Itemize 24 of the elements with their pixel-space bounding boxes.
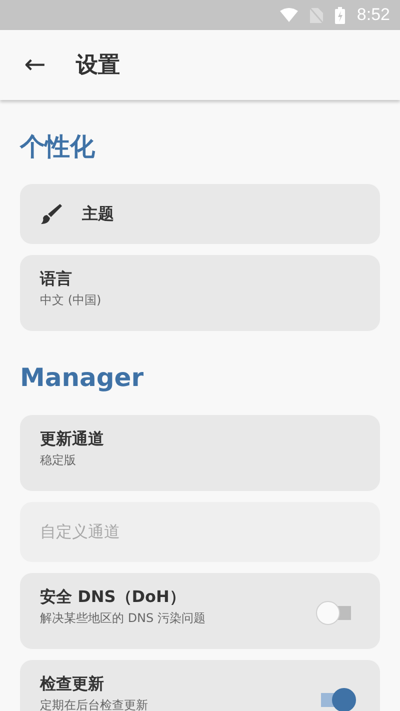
wifi-icon <box>280 8 298 22</box>
battery-charging-icon <box>334 6 345 24</box>
section-header: Manager <box>20 362 145 394</box>
item-title: 更新通道 <box>40 429 105 450</box>
no-sim-icon <box>310 8 323 22</box>
item-title: 主题 <box>82 204 115 224</box>
settings-item[interactable]: 主题 <box>20 184 380 244</box>
back-button[interactable]: ← <box>20 50 50 80</box>
item-title: 检查更新 <box>40 674 105 695</box>
item-title: 自定义通道 <box>40 522 121 542</box>
settings-item[interactable]: 语言 中文 (中国) <box>20 255 380 331</box>
settings-item[interactable]: 安全 DNS（DoH） 解决某些地区的 DNS 污染问题 <box>20 573 380 649</box>
status-time: 8:52 <box>356 5 390 25</box>
section-header: 个性化 <box>20 131 96 163</box>
item-subtitle: 定期在后台检查更新 <box>40 697 149 711</box>
item-subtitle: 中文 (中国) <box>40 292 102 309</box>
item-subtitle: 稳定版 <box>40 452 77 469</box>
brush-icon <box>40 203 62 225</box>
item-subtitle: 解决某些地区的 DNS 污染问题 <box>40 610 206 627</box>
settings-item[interactable]: 检查更新 定期在后台检查更新 <box>20 660 380 711</box>
item-title: 安全 DNS（DoH） <box>40 587 186 608</box>
settings-item[interactable]: 更新通道 稳定版 <box>20 415 380 491</box>
screen-title: 设置 <box>76 52 120 80</box>
item-title: 语言 <box>40 269 73 290</box>
